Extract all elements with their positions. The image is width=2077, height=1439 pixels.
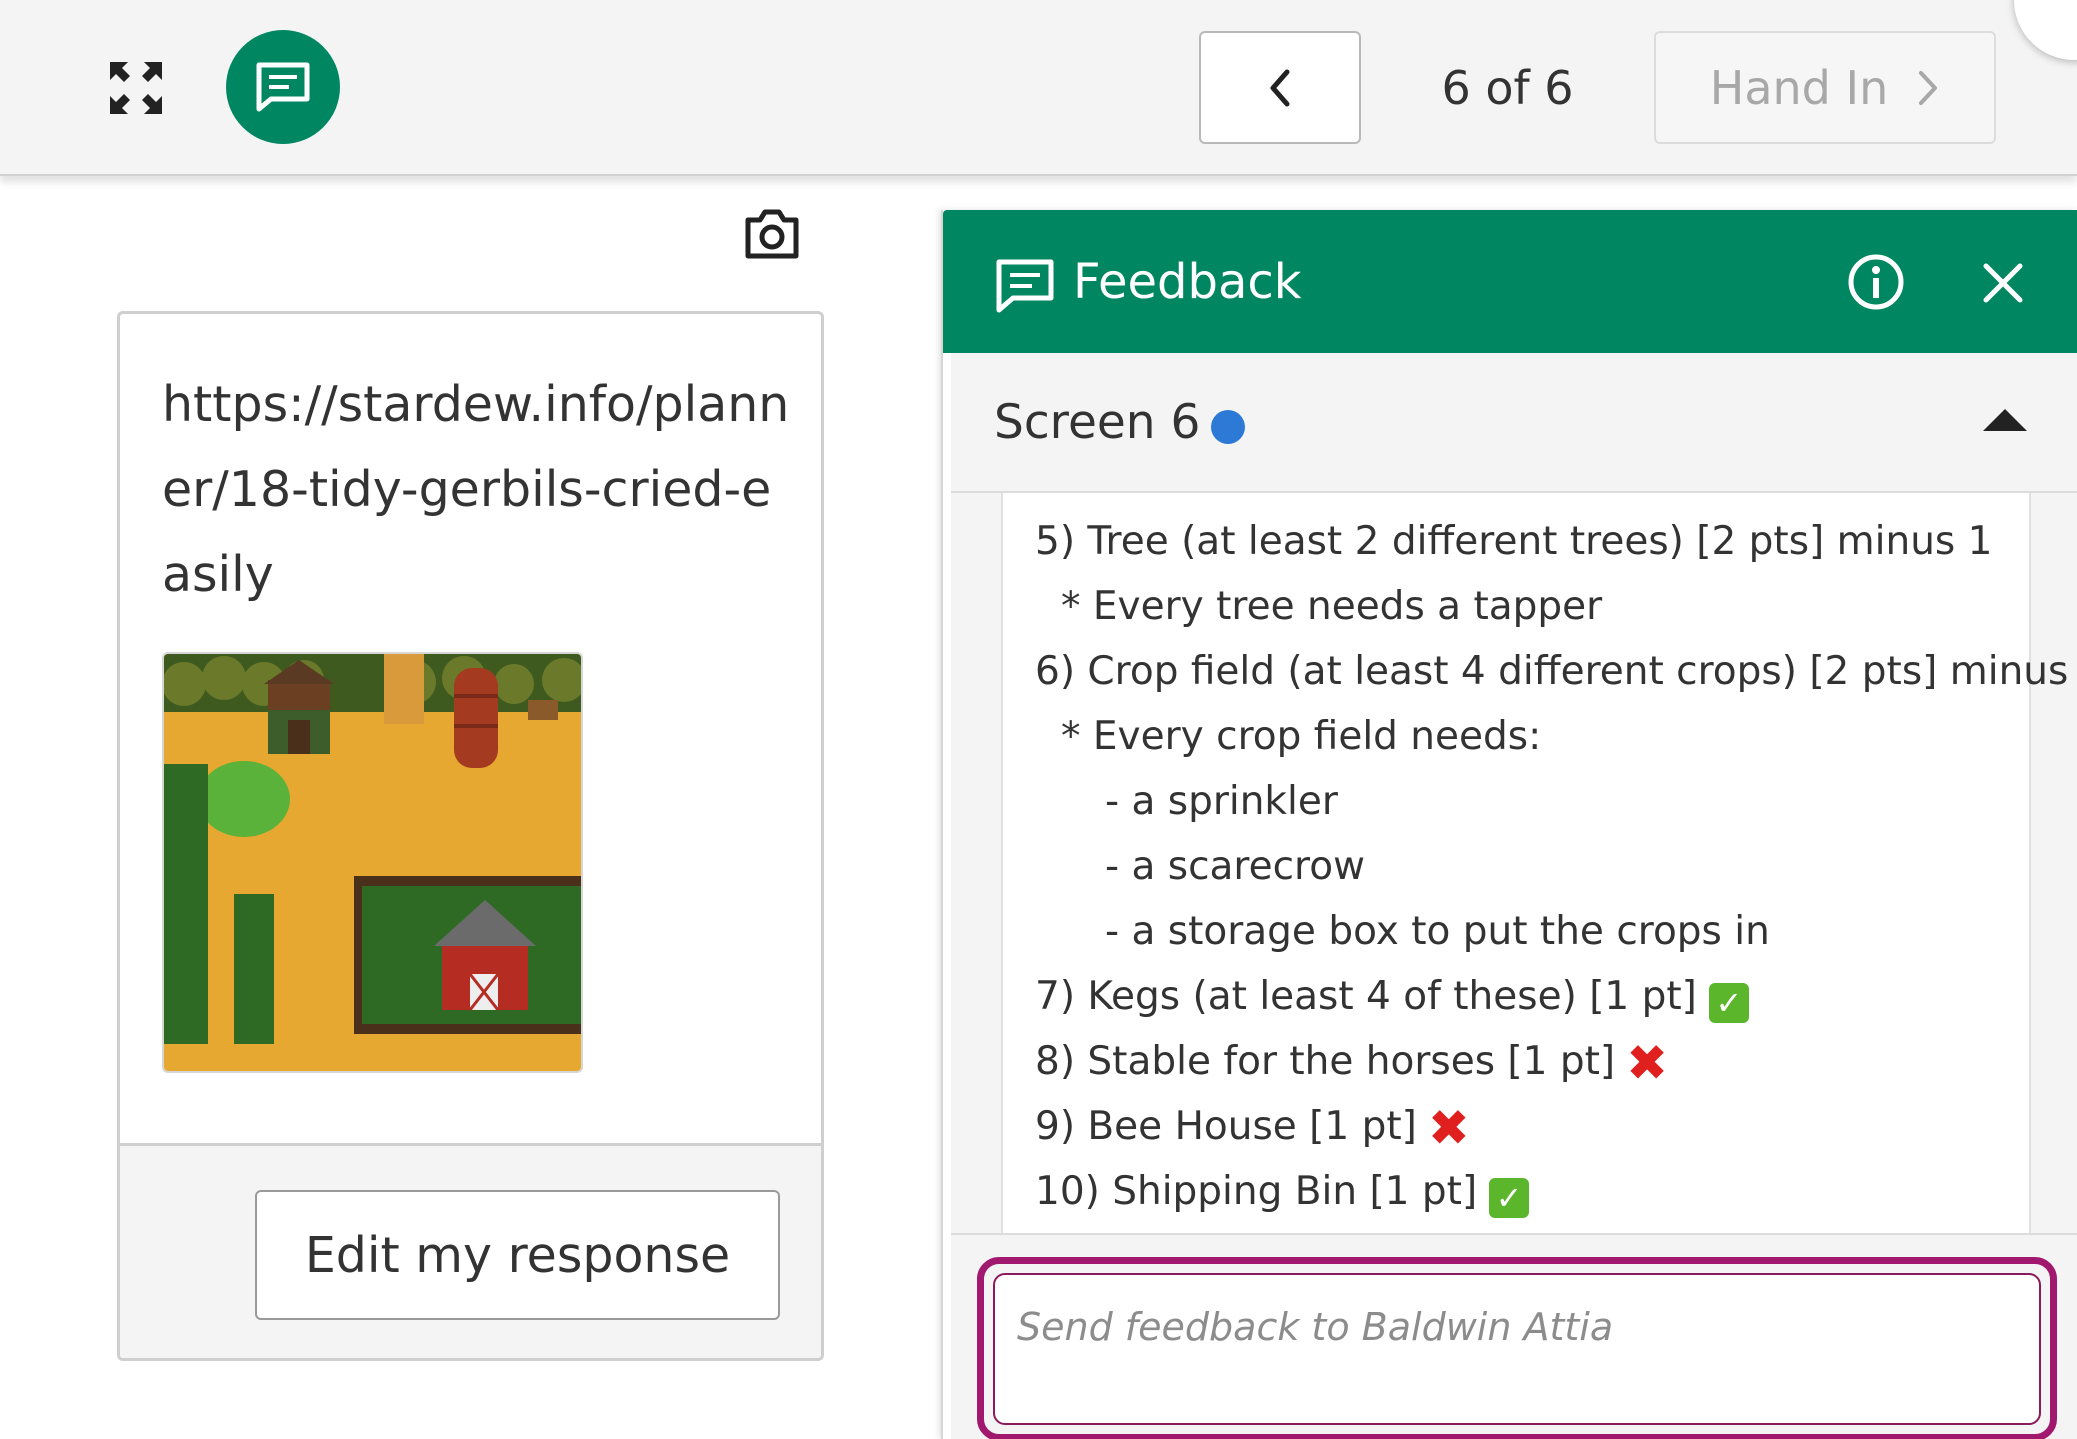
feedback-line: 5) Tree (at least 2 different trees) [2 … (1003, 509, 2029, 574)
feedback-line: * Every crop field needs: (1003, 704, 2029, 769)
farm-planner-image (162, 652, 583, 1073)
comment-icon (256, 62, 310, 112)
comment-icon (995, 258, 1055, 314)
feedback-header: Feedback (943, 210, 2077, 353)
cross-mark-icon: ✖ (1427, 1099, 1470, 1157)
camera-icon[interactable] (742, 208, 802, 262)
expand-arrows-icon[interactable] (108, 60, 164, 116)
feedback-line: * Every tree needs a tapper (1003, 574, 2029, 639)
feedback-line-text: - a scarecrow (1105, 844, 1365, 889)
feedback-line: 8) Stable for the horses [1 pt] ✖ (1003, 1029, 2029, 1094)
feedback-line-text: 5) Tree (at least 2 different trees) [2 … (1035, 519, 1993, 564)
feedback-input-focus-ring (977, 1257, 2057, 1439)
unread-indicator-dot (1211, 410, 1245, 444)
edit-response-button[interactable]: Edit my response (255, 1190, 780, 1320)
chevron-right-icon (1919, 70, 1938, 105)
feedback-line: 6) Crop field (at least 4 different crop… (1003, 639, 2077, 704)
feedback-toggle-button[interactable] (226, 30, 340, 144)
hand-in-label: Hand In (1709, 60, 1889, 115)
page-indicator: 6 of 6 (1441, 61, 1574, 115)
feedback-line: 9) Bee House [1 pt] ✖ (1003, 1094, 2029, 1159)
info-icon[interactable] (1847, 253, 1905, 311)
caret-up-icon[interactable] (1981, 405, 2029, 433)
feedback-input[interactable] (993, 1273, 2041, 1425)
feedback-line-text: 6) Crop field (at least 4 different crop… (1035, 649, 2077, 694)
feedback-line-text: - a storage box to put the crops in (1105, 909, 1770, 954)
feedback-input-area (951, 1233, 2077, 1439)
feedback-line-text: - a sprinkler (1105, 779, 1338, 824)
check-mark-icon: ✓ (1489, 1178, 1530, 1218)
feedback-line: 10) Shipping Bin [1 pt] ✓ (1003, 1159, 2029, 1224)
corner-menu-button[interactable] (2014, 0, 2077, 60)
cross-mark-icon: ✖ (1626, 1034, 1669, 1092)
previous-screen-button[interactable] (1199, 31, 1361, 144)
chevron-left-icon (1270, 69, 1290, 106)
check-mark-icon: ✓ (1708, 983, 1749, 1023)
feedback-line-text: * Every crop field needs: (1061, 714, 1542, 759)
response-card-footer: Edit my response (120, 1143, 821, 1358)
feedback-panel: Feedback Screen 6 5) Tree (at least 2 di… (941, 210, 2077, 1439)
feedback-line-text: 7) Kegs (at least 4 of these) [1 pt] (1035, 974, 1697, 1019)
feedback-thread[interactable]: 5) Tree (at least 2 different trees) [2 … (951, 493, 2077, 1233)
feedback-message: 5) Tree (at least 2 different trees) [2 … (1001, 493, 2077, 1233)
top-toolbar: 6 of 6 Hand In (0, 0, 2077, 176)
feedback-line-text: 10) Shipping Bin [1 pt] (1035, 1169, 1478, 1214)
feedback-line: - a sprinkler (1003, 769, 2029, 834)
close-icon[interactable] (1980, 260, 2026, 306)
feedback-line-text: 8) Stable for the horses [1 pt] (1035, 1039, 1616, 1084)
feedback-line-text: 9) Bee House [1 pt] (1035, 1104, 1417, 1149)
feedback-line: - a storage box to put the crops in (1003, 899, 2029, 964)
feedback-line: 7) Kegs (at least 4 of these) [1 pt] ✓ (1003, 964, 2029, 1029)
screen-section-header[interactable]: Screen 6 (951, 353, 2077, 493)
feedback-line: - a scarecrow (1003, 834, 2029, 899)
response-card: https://stardew.info/planner/18-tidy-ger… (117, 311, 824, 1361)
response-text: https://stardew.info/planner/18-tidy-ger… (162, 376, 790, 603)
screen-label: Screen 6 (994, 395, 1201, 450)
feedback-line-text: * Every tree needs a tapper (1061, 584, 1603, 629)
feedback-title: Feedback (1073, 254, 1302, 310)
hand-in-button[interactable]: Hand In (1654, 31, 1996, 144)
